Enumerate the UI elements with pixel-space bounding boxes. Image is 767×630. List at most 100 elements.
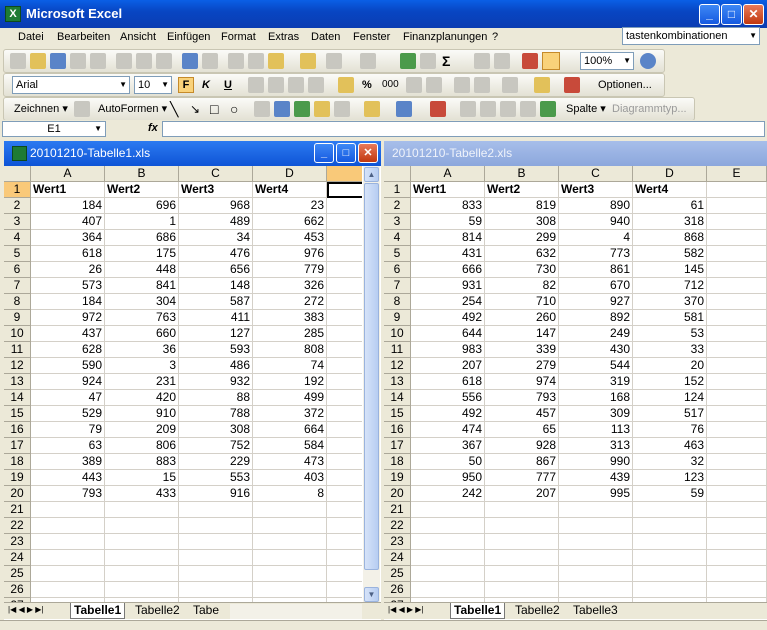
cell[interactable] <box>179 518 253 534</box>
open-icon[interactable] <box>30 53 46 69</box>
cell[interactable]: 79 <box>31 422 105 438</box>
cell[interactable] <box>707 486 767 502</box>
cell[interactable]: 660 <box>105 326 179 342</box>
cell[interactable]: 544 <box>559 358 633 374</box>
sort-descending-icon[interactable] <box>494 53 510 69</box>
column-header[interactable]: B <box>105 166 179 182</box>
cell[interactable] <box>633 566 707 582</box>
cell[interactable] <box>707 198 767 214</box>
cell[interactable]: 299 <box>485 230 559 246</box>
cell[interactable] <box>707 534 767 550</box>
sheet-navigation-icon[interactable]: |◀ ◀ ▶ ▶| <box>388 605 423 614</box>
cell[interactable] <box>485 502 559 518</box>
cell[interactable]: 148 <box>179 278 253 294</box>
cell[interactable] <box>327 390 362 406</box>
row-header[interactable]: 25 <box>384 566 411 582</box>
cell[interactable]: 763 <box>105 310 179 326</box>
cell[interactable] <box>707 550 767 566</box>
cell[interactable]: 492 <box>411 310 485 326</box>
cell[interactable]: 411 <box>179 310 253 326</box>
cell[interactable] <box>485 566 559 582</box>
cell[interactable]: 968 <box>179 198 253 214</box>
row-header[interactable]: 26 <box>384 582 411 598</box>
cell[interactable]: 308 <box>179 422 253 438</box>
cell[interactable]: Wert2 <box>485 182 559 198</box>
workbook-window-2[interactable]: 20101210-Tabelle2.xls A B C D E 1 Wert1 Wert2 We… <box>384 141 767 620</box>
cell[interactable]: 916 <box>179 486 253 502</box>
cell[interactable] <box>327 374 362 390</box>
cell[interactable]: 229 <box>179 454 253 470</box>
row-header[interactable]: 24 <box>384 550 411 566</box>
cell[interactable] <box>707 310 767 326</box>
cell[interactable]: 656 <box>179 262 253 278</box>
bold-button[interactable]: F <box>178 77 194 93</box>
cell[interactable]: 372 <box>253 406 327 422</box>
cell[interactable] <box>633 550 707 566</box>
cell[interactable]: 983 <box>411 342 485 358</box>
row-header[interactable]: 8 <box>384 294 411 310</box>
drawing-toggle-icon[interactable] <box>542 52 560 70</box>
help-search-box[interactable]: tastenkombinationen ▼ <box>622 27 760 45</box>
cell[interactable] <box>105 534 179 550</box>
cell[interactable]: 819 <box>485 198 559 214</box>
row-header[interactable]: 7 <box>4 278 31 294</box>
find-icon[interactable] <box>202 53 218 69</box>
cell[interactable] <box>707 422 767 438</box>
cell[interactable]: 793 <box>485 390 559 406</box>
autosum-icon[interactable]: Σ <box>442 53 450 69</box>
cell[interactable]: 833 <box>411 198 485 214</box>
cell[interactable] <box>105 518 179 534</box>
increase-decimal-icon[interactable] <box>406 77 422 93</box>
cell[interactable] <box>559 502 633 518</box>
cell[interactable]: 443 <box>31 470 105 486</box>
cell[interactable]: 808 <box>253 342 327 358</box>
close-button[interactable]: ✕ <box>743 4 764 25</box>
cell[interactable] <box>707 390 767 406</box>
cell[interactable] <box>707 374 767 390</box>
font-name-combo[interactable]: Arial ▼ <box>12 76 130 94</box>
cell[interactable] <box>411 566 485 582</box>
row-header[interactable]: 18 <box>384 454 411 470</box>
cell[interactable]: 123 <box>633 470 707 486</box>
cell[interactable] <box>327 278 362 294</box>
excel-app-icon[interactable]: X <box>5 6 21 22</box>
thousands-button[interactable]: 000 <box>382 77 399 93</box>
cell[interactable]: 430 <box>559 342 633 358</box>
cell[interactable]: 61 <box>633 198 707 214</box>
row-header[interactable]: 12 <box>4 358 31 374</box>
cell[interactable]: 489 <box>179 214 253 230</box>
cell[interactable]: 584 <box>253 438 327 454</box>
cell[interactable]: 53 <box>633 326 707 342</box>
cell[interactable]: 696 <box>105 198 179 214</box>
menu-fenster[interactable]: Fenster <box>353 31 390 43</box>
menu-daten[interactable]: Daten <box>311 31 340 43</box>
row-header[interactable]: 23 <box>4 534 31 550</box>
camera-icon[interactable] <box>420 53 436 69</box>
worksheet-grid[interactable]: A B C D 1 Wert1 Wert2 Wert3 Wert4 2 184 696 968 23 3 40… <box>4 166 362 603</box>
cell[interactable] <box>633 502 707 518</box>
worksheet-grid[interactable]: A B C D E 1 Wert1 Wert2 Wert3 Wert4 2 833 819 890 61 3 5… <box>384 166 767 603</box>
align-center-icon[interactable] <box>268 77 284 93</box>
row-header[interactable]: 11 <box>384 342 411 358</box>
row-header[interactable]: 3 <box>384 214 411 230</box>
menu-datei[interactable]: Datei <box>18 31 44 43</box>
cell[interactable]: 439 <box>559 470 633 486</box>
row-header[interactable]: 6 <box>384 262 411 278</box>
cell[interactable] <box>411 534 485 550</box>
cell[interactable]: 152 <box>633 374 707 390</box>
cell[interactable]: 590 <box>31 358 105 374</box>
email-icon[interactable] <box>90 53 106 69</box>
column-chart-button[interactable]: Spalte ▾ <box>566 101 606 117</box>
row-header[interactable]: 23 <box>384 534 411 550</box>
cell[interactable]: 364 <box>31 230 105 246</box>
cell[interactable]: 32 <box>633 454 707 470</box>
insert-function-icon[interactable]: fx <box>148 122 158 134</box>
column-header[interactable]: A <box>411 166 485 182</box>
cell[interactable] <box>327 310 362 326</box>
cell[interactable] <box>327 454 362 470</box>
cell[interactable]: 712 <box>633 278 707 294</box>
cell[interactable]: 867 <box>485 454 559 470</box>
new-icon[interactable] <box>10 53 26 69</box>
chart-type-button[interactable]: Diagrammtyp... <box>612 101 687 117</box>
cell[interactable] <box>707 214 767 230</box>
